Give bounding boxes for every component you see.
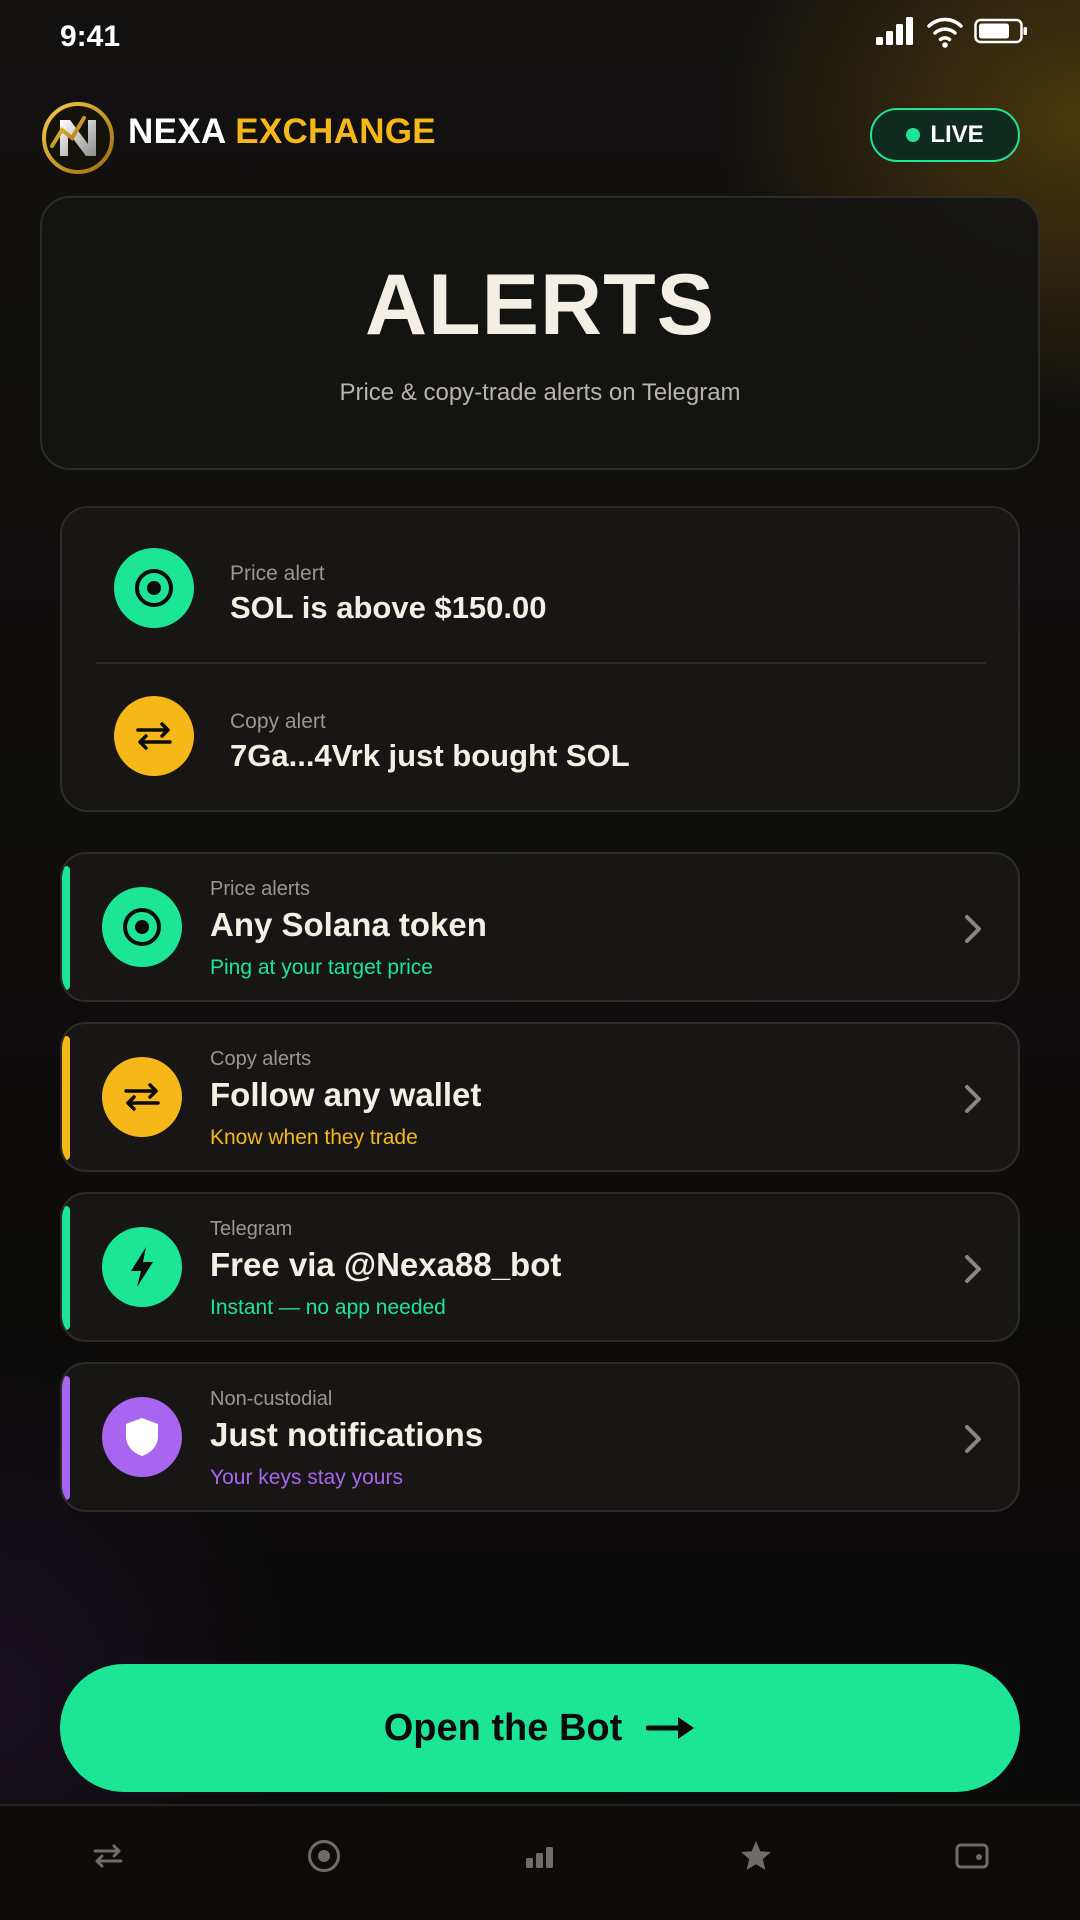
accent-bar xyxy=(62,1206,70,1330)
page-subtitle: Price & copy-trade alerts on Telegram xyxy=(339,379,741,406)
preview-copy-alert: Copy alert 7Ga...4Vrk just bought SOL xyxy=(62,656,1018,804)
chevron-right-icon xyxy=(965,1255,981,1283)
feature-label: Copy alerts xyxy=(210,1048,312,1070)
page-title: ALERTS xyxy=(365,257,715,353)
live-badge: LIVE xyxy=(870,108,1020,162)
bottom-nav xyxy=(0,1804,1080,1920)
feature-copy-alerts[interactable]: Copy alerts Follow any wallet Know when … xyxy=(60,1022,1020,1172)
header: NEXA EXCHANGE LIVE xyxy=(40,100,1040,176)
feature-label: Telegram xyxy=(210,1218,293,1240)
brand-name-part2: EXCHANGE xyxy=(235,112,436,151)
nav-wallet[interactable] xyxy=(942,1834,1002,1878)
target-icon xyxy=(102,887,182,967)
target-icon xyxy=(308,1840,340,1872)
feature-title: Any Solana token xyxy=(210,906,487,943)
nav-alerts[interactable] xyxy=(294,1834,354,1878)
preview-price-alert: Price alert SOL is above $150.00 xyxy=(62,508,1018,656)
signal-icon xyxy=(876,17,913,45)
chevron-right-icon xyxy=(965,915,981,943)
arrow-right-icon xyxy=(646,1717,695,1739)
accent-bar xyxy=(62,1376,70,1500)
lightning-icon xyxy=(102,1227,182,1307)
chevron-right-icon xyxy=(965,1425,981,1453)
swap-arrows-icon xyxy=(114,696,194,776)
nav-markets[interactable] xyxy=(510,1834,570,1878)
feature-telegram[interactable]: Telegram Free via @Nexa88_bot Instant — … xyxy=(60,1192,1020,1342)
brand-name: NEXA EXCHANGE xyxy=(128,112,436,152)
alert-preview-card: Price alert SOL is above $150.00 Copy al… xyxy=(60,506,1020,812)
star-icon xyxy=(741,1841,771,1870)
open-bot-button[interactable]: Open the Bot xyxy=(60,1664,1020,1792)
open-bot-label: Open the Bot xyxy=(383,1706,623,1749)
preview-text: 7Ga...4Vrk just bought SOL xyxy=(230,738,630,773)
shield-icon xyxy=(102,1397,182,1477)
target-icon xyxy=(114,548,194,628)
feature-title: Free via @Nexa88_bot xyxy=(210,1246,562,1283)
feature-subtitle: Know when they trade xyxy=(210,1126,418,1149)
brand-name-part1: NEXA xyxy=(128,112,226,151)
feature-label: Price alerts xyxy=(210,878,311,900)
nav-favorites[interactable] xyxy=(726,1834,786,1878)
chevron-right-icon xyxy=(965,1085,981,1113)
status-time: 9:41 xyxy=(60,20,121,53)
nexa-logo xyxy=(42,102,114,174)
swap-arrows-icon xyxy=(102,1057,182,1137)
status-icons xyxy=(876,14,1028,48)
preview-label: Price alert xyxy=(230,562,325,585)
swap-arrows-icon xyxy=(93,1844,123,1868)
feature-label: Non-custodial xyxy=(210,1388,333,1410)
feature-non-custodial[interactable]: Non-custodial Just notifications Your ke… xyxy=(60,1362,1020,1512)
live-dot xyxy=(906,128,921,142)
preview-label: Copy alert xyxy=(230,710,326,733)
accent-bar xyxy=(62,866,70,990)
feature-subtitle: Instant — no app needed xyxy=(210,1296,446,1319)
nav-trade[interactable] xyxy=(78,1834,138,1878)
battery-icon xyxy=(974,18,1027,44)
feature-title: Just notifications xyxy=(210,1416,484,1453)
status-bar: 9:41 xyxy=(0,0,1080,74)
accent-bar xyxy=(62,1036,70,1160)
feature-title: Follow any wallet xyxy=(210,1076,482,1113)
live-label: LIVE xyxy=(930,121,984,148)
preview-text: SOL is above $150.00 xyxy=(230,590,547,625)
bar-chart-icon xyxy=(526,1847,553,1868)
feature-subtitle: Your keys stay yours xyxy=(210,1466,403,1489)
feature-price-alerts[interactable]: Price alerts Any Solana token Ping at yo… xyxy=(60,852,1020,1002)
wifi-icon xyxy=(927,17,963,48)
feature-subtitle: Ping at your target price xyxy=(210,956,433,979)
wallet-icon xyxy=(955,1843,989,1869)
hero-card: ALERTS Price & copy-trade alerts on Tele… xyxy=(40,196,1040,470)
